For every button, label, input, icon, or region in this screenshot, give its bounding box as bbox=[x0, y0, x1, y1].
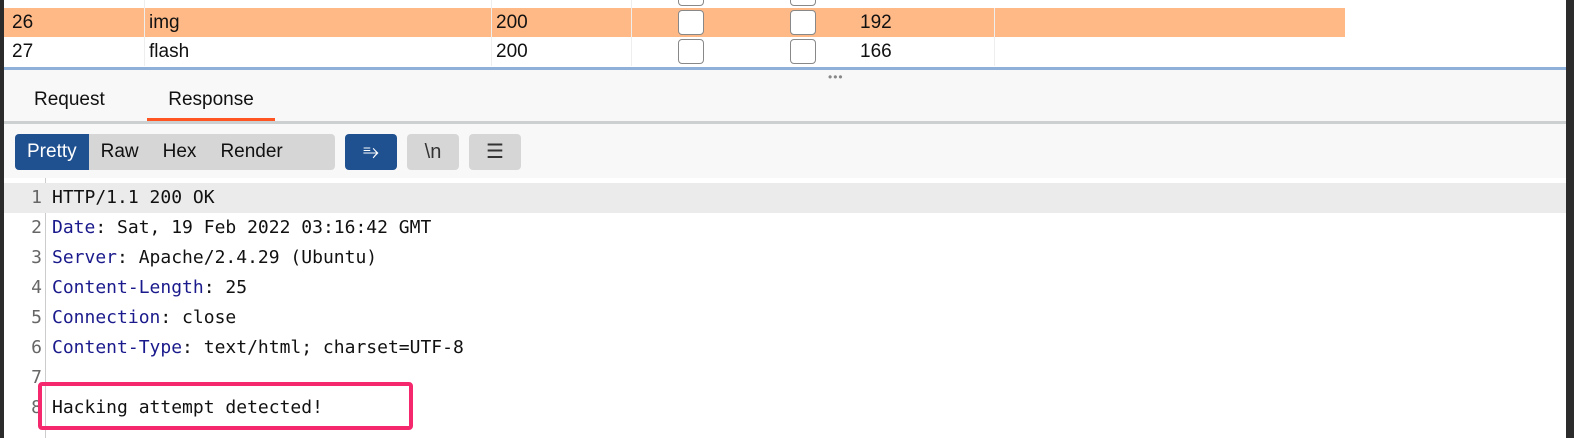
code-line: 5 Connection: close bbox=[4, 303, 1566, 333]
wrap-lines-icon: ⥱ bbox=[363, 141, 379, 163]
mode-render[interactable]: Render bbox=[208, 134, 294, 170]
row-type: flash bbox=[145, 37, 492, 66]
hamburger-menu-icon: ☰ bbox=[486, 141, 504, 163]
code-line: 2 Date: Sat, 19 Feb 2022 03:16:42 GMT bbox=[4, 213, 1566, 243]
line-text: Content-Type: text/html; charset=UTF-8 bbox=[52, 337, 464, 358]
table-row[interactable]: 26 img 200 192 bbox=[4, 8, 1345, 37]
line-text: Connection: close bbox=[52, 307, 237, 328]
mode-raw[interactable]: Raw bbox=[89, 134, 151, 170]
header-name: Date bbox=[52, 217, 96, 238]
history-table: 26 img 200 192 27 flash 200 166 bbox=[4, 0, 1566, 70]
line-number: 4 bbox=[31, 277, 42, 298]
checkbox[interactable] bbox=[790, 10, 816, 35]
mode-hex[interactable]: Hex bbox=[151, 134, 209, 170]
checkbox[interactable] bbox=[678, 10, 704, 35]
header-name: Content-Length bbox=[52, 277, 204, 298]
wrap-lines-button[interactable]: ⥱ bbox=[345, 134, 397, 170]
line-value: Sat, 19 Feb 2022 03:16:42 GMT bbox=[106, 217, 432, 238]
line-value: 25 bbox=[214, 277, 248, 298]
line-number: 5 bbox=[31, 307, 42, 328]
line-value: HTTP/1.1 200 OK bbox=[52, 187, 215, 208]
row-id: 26 bbox=[4, 8, 145, 37]
line-value: close bbox=[171, 307, 237, 328]
line-text: Content-Length: 25 bbox=[52, 277, 248, 298]
row-length: 192 bbox=[860, 8, 995, 37]
checkbox[interactable] bbox=[678, 39, 704, 64]
tab-request[interactable]: Request bbox=[34, 78, 105, 121]
view-mode-group: Pretty Raw Hex Render bbox=[15, 134, 335, 170]
line-number: 3 bbox=[31, 247, 42, 268]
row-status: 200 bbox=[492, 8, 632, 37]
line-value: text/html; charset=UTF-8 bbox=[192, 337, 464, 358]
code-line: 1 HTTP/1.1 200 OK bbox=[4, 183, 1566, 213]
message-tabs: Request Response bbox=[4, 78, 1566, 124]
row-status: 200 bbox=[492, 37, 632, 66]
line-value: Apache/2.4.29 (Ubuntu) bbox=[127, 247, 378, 268]
header-name: Server bbox=[52, 247, 118, 268]
checkbox[interactable] bbox=[790, 39, 816, 64]
tab-response[interactable]: Response bbox=[147, 78, 275, 121]
header-name: Connection bbox=[52, 307, 161, 328]
code-line: 6 Content-Type: text/html; charset=UTF-8 bbox=[4, 333, 1566, 363]
code-line: 4 Content-Length: 25 bbox=[4, 273, 1566, 303]
mode-pretty[interactable]: Pretty bbox=[15, 134, 89, 170]
line-text: HTTP/1.1 200 OK bbox=[52, 183, 215, 213]
code-line: 3 Server: Apache/2.4.29 (Ubuntu) bbox=[4, 243, 1566, 273]
header-name: Content-Type bbox=[52, 337, 183, 358]
annotation-highlight-box bbox=[38, 382, 413, 430]
menu-button[interactable]: ☰ bbox=[469, 134, 521, 170]
table-row-partial[interactable] bbox=[4, 0, 1345, 8]
line-number: 1 bbox=[31, 187, 42, 208]
row-type: img bbox=[145, 8, 492, 37]
line-text: Date: Sat, 19 Feb 2022 03:16:42 GMT bbox=[52, 217, 432, 238]
row-id: 27 bbox=[4, 37, 145, 66]
line-number: 2 bbox=[31, 217, 42, 238]
table-row[interactable]: 27 flash 200 166 bbox=[4, 37, 1345, 66]
newline-toggle-button[interactable]: \n bbox=[407, 134, 459, 170]
scrollbar[interactable] bbox=[1566, 0, 1574, 438]
line-number: 6 bbox=[31, 337, 42, 358]
line-text: Server: Apache/2.4.29 (Ubuntu) bbox=[52, 247, 378, 268]
row-length: 166 bbox=[860, 37, 995, 66]
